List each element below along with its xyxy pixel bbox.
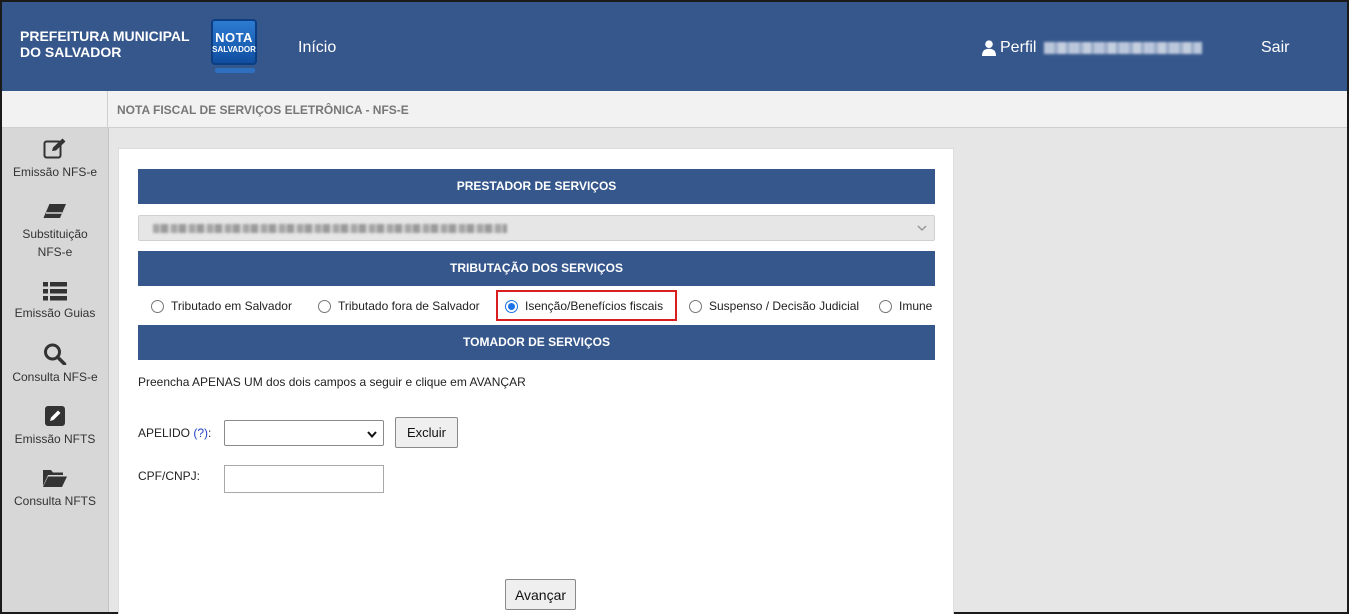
- sidebar-item-consulta-nfts[interactable]: Consulta NFTS: [2, 467, 108, 510]
- radio-tributado-salvador[interactable]: Tributado em Salvador: [151, 299, 292, 313]
- tributacao-section-header: TRIBUTAÇÃO DOS SERVIÇOS: [138, 251, 935, 286]
- sidebar-item-label: Emissão NFS-e: [12, 165, 98, 179]
- chevron-down-icon: [367, 431, 377, 439]
- sidebar-item-emissao-nfse[interactable]: Emissão NFS-e: [2, 138, 108, 181]
- search-icon: [44, 343, 67, 365]
- excluir-button[interactable]: Excluir: [395, 417, 458, 448]
- sidebar-item-emissao-guias[interactable]: Emissão Guias: [2, 281, 108, 322]
- apelido-help-link[interactable]: (?): [193, 426, 208, 440]
- profile-id-redacted: [1044, 42, 1203, 54]
- eraser-icon: [43, 203, 66, 219]
- sidebar-item-label: Emissão NFTS: [14, 432, 96, 446]
- logo-underline: [215, 68, 255, 73]
- breadcrumb: NOTA FISCAL DE SERVIÇOS ELETRÔNICA - NFS…: [117, 103, 409, 117]
- logo-text-nota: NOTA: [215, 29, 253, 45]
- logout-link[interactable]: Sair: [1261, 39, 1289, 57]
- list-icon: [43, 282, 67, 301]
- apelido-label: APELIDO (?):: [138, 426, 211, 440]
- prestador-select[interactable]: [138, 215, 935, 241]
- radio-label: Tributado fora de Salvador: [338, 299, 480, 313]
- top-header: PREFEITURA MUNICIPAL DO SALVADOR NOTA SA…: [2, 2, 1347, 91]
- sidebar-item-emissao-nfts[interactable]: Emissão NFTS: [2, 405, 108, 448]
- avancar-button[interactable]: Avançar: [505, 579, 576, 610]
- tomador-section-header: TOMADOR DE SERVIÇOS: [138, 325, 935, 360]
- radio-label: Suspenso / Decisão Judicial: [709, 299, 860, 313]
- apelido-select[interactable]: [224, 420, 384, 446]
- radio-button[interactable]: [151, 299, 164, 313]
- radio-button[interactable]: [879, 299, 892, 313]
- radio-label: Tributado em Salvador: [171, 299, 292, 313]
- instruction-text: Preencha APENAS UM dos dois campos a seg…: [138, 375, 526, 389]
- pencil-square-icon: [45, 406, 65, 426]
- edit-icon: [43, 138, 66, 159]
- radio-label: Imune: [899, 299, 933, 313]
- right-empty-area: [955, 129, 1347, 612]
- radio-button[interactable]: [689, 299, 702, 313]
- sidebar: Emissão NFS-e Substituição NFS-e Emissão…: [2, 128, 109, 612]
- radio-tributado-fora-salvador[interactable]: Tributado fora de Salvador: [318, 299, 480, 313]
- nfse-form-card: PRESTADOR DE SERVIÇOS TRIBUTAÇÃO DOS SER…: [118, 148, 954, 614]
- radio-button[interactable]: [318, 299, 331, 313]
- sidebar-item-label: Substituição NFS-e: [22, 227, 88, 259]
- prestador-section-header: PRESTADOR DE SERVIÇOS: [138, 169, 935, 204]
- radio-imune[interactable]: Imune: [879, 299, 932, 313]
- breadcrumb-bar: NOTA FISCAL DE SERVIÇOS ELETRÔNICA - NFS…: [2, 91, 1347, 128]
- profile-link[interactable]: Perfil: [982, 39, 1203, 57]
- profile-label: Perfil: [1000, 39, 1037, 56]
- folder-open-icon: [43, 470, 67, 487]
- sidebar-item-consulta-nfse[interactable]: Consulta NFS-e: [2, 343, 108, 386]
- nav-home-link[interactable]: Início: [298, 39, 336, 57]
- brand-title: PREFEITURA MUNICIPAL DO SALVADOR: [20, 28, 190, 60]
- apelido-label-text: APELIDO: [138, 426, 191, 440]
- nota-salvador-logo[interactable]: NOTA SALVADOR: [211, 19, 257, 65]
- chevron-down-icon: [917, 225, 927, 232]
- radio-suspenso-decisao[interactable]: Suspenso / Decisão Judicial: [689, 299, 859, 313]
- selection-highlight-box: [496, 290, 677, 321]
- sidebar-item-label: Consulta NFTS: [13, 494, 97, 508]
- logo-text-salvador: SALVADOR: [212, 44, 256, 54]
- cpf-cnpj-input[interactable]: [224, 465, 384, 493]
- apelido-label-colon: :: [208, 426, 212, 440]
- prestador-value-redacted: [153, 224, 507, 233]
- user-icon: [982, 40, 996, 56]
- cpf-cnpj-label: CPF/CNPJ:: [138, 469, 201, 483]
- sidebar-item-label: Consulta NFS-e: [12, 370, 98, 384]
- sidebar-item-substituicao-nfse[interactable]: Substituição NFS-e: [2, 202, 108, 261]
- sidebar-item-label: Emissão Guias: [14, 306, 96, 320]
- breadcrumb-spacer: [2, 91, 108, 128]
